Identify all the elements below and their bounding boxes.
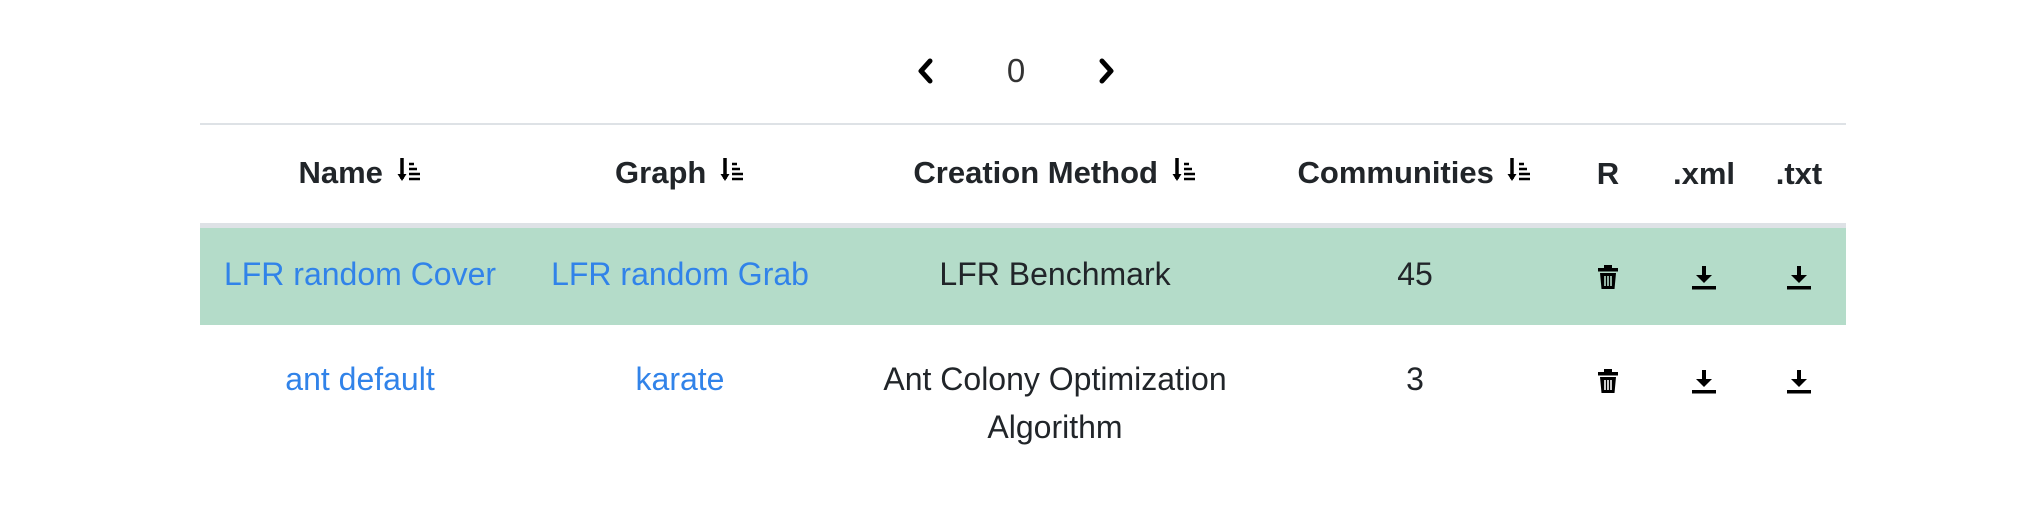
cover-name-link[interactable]: ant default [285, 361, 434, 397]
cell-txt [1752, 325, 1846, 469]
cell-xml [1656, 225, 1752, 325]
pagination: 0 [0, 40, 2032, 102]
cell-name: LFR random Cover [200, 225, 520, 325]
download-icon[interactable] [1691, 359, 1717, 407]
chevron-left-icon[interactable] [910, 51, 940, 91]
header-graph-label: Graph [615, 154, 707, 190]
header-creation-method-label: Creation Method [913, 154, 1158, 190]
header-name-label: Name [298, 154, 383, 190]
trash-icon[interactable] [1597, 255, 1619, 303]
cell-remove [1560, 225, 1656, 325]
download-icon[interactable] [1691, 255, 1717, 303]
covers-table-container: Name Graph Creation Method Communities R… [200, 123, 1846, 469]
cell-graph: karate [520, 325, 840, 469]
cover-name-link[interactable]: LFR random Cover [224, 256, 496, 292]
covers-table: Name Graph Creation Method Communities R… [200, 125, 1846, 469]
header-r: R [1560, 125, 1656, 228]
download-icon[interactable] [1786, 359, 1812, 407]
header-txt: .txt [1752, 125, 1846, 228]
cell-xml [1656, 325, 1752, 469]
graph-name-link[interactable]: karate [636, 361, 725, 397]
header-communities-label: Communities [1297, 154, 1494, 190]
sort-descending-icon[interactable] [719, 155, 745, 193]
graph-name-link[interactable]: LFR random Grab [551, 256, 809, 292]
cell-graph: LFR random Grab [520, 225, 840, 325]
cell-name: ant default [200, 325, 520, 469]
cell-creation-method: Ant Colony Optimization Algorithm [883, 360, 1227, 445]
cell-communities: 3 [1406, 360, 1424, 397]
chevron-right-icon[interactable] [1092, 51, 1122, 91]
current-page-number: 0 [1006, 52, 1026, 89]
cell-creation-method: LFR Benchmark [840, 225, 1270, 325]
table-header-row: Name Graph Creation Method Communities R… [200, 125, 1846, 228]
header-graph: Graph [520, 125, 840, 228]
cell-txt [1752, 225, 1846, 325]
sort-descending-icon[interactable] [396, 155, 422, 193]
header-creation-method: Creation Method [840, 125, 1270, 228]
cell-communities: 45 [1270, 225, 1560, 325]
sort-descending-icon[interactable] [1506, 155, 1532, 193]
download-icon[interactable] [1786, 255, 1812, 303]
cell-remove [1560, 325, 1656, 469]
trash-icon[interactable] [1597, 359, 1619, 407]
table-row: ant default karate Ant Colony Optimizati… [200, 325, 1846, 469]
sort-descending-icon[interactable] [1171, 155, 1197, 193]
table-row: LFR random Cover LFR random Grab LFR Ben… [200, 225, 1846, 325]
header-name: Name [200, 125, 520, 228]
header-xml: .xml [1656, 125, 1752, 228]
header-communities: Communities [1270, 125, 1560, 228]
